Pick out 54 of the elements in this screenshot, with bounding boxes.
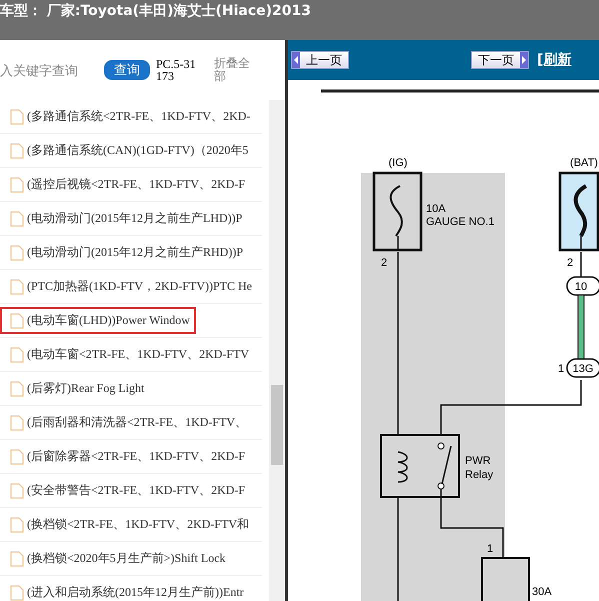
document-icon	[10, 108, 24, 124]
document-icon	[10, 278, 24, 294]
next-page-button[interactable]: 下一页	[471, 51, 529, 69]
tree-item[interactable]: (安全带警告<2TR-FE、1KD-FTV、2KD-F	[0, 477, 252, 504]
pin-number: 1	[558, 363, 564, 375]
document-icon	[10, 414, 24, 430]
pin-number: 1	[487, 543, 494, 555]
tree-item[interactable]: (电动车窗<2TR-FE、1KD-FTV、2KD-FTV	[0, 341, 256, 368]
relay-label: Relay	[465, 469, 494, 481]
tree-item[interactable]: (多路通信系统(CAN)(1GD-FTV)（2020年5	[0, 137, 254, 164]
tree-item[interactable]: (电动滑动门(2015年12月之前生产LHD))P	[0, 205, 248, 232]
code-text: PC.5-31173	[156, 58, 196, 82]
document-icon	[10, 142, 24, 158]
collapse-all-link[interactable]: 折叠全部	[214, 57, 254, 83]
document-icon	[10, 550, 24, 566]
document-icon	[10, 312, 24, 328]
tree-item[interactable]: (电动滑动门(2015年12月之前生产RHD))P	[0, 239, 249, 266]
search-button[interactable]: 查询	[104, 60, 150, 80]
tree-item[interactable]: (后窗除雾器<2TR-FE、1KD-FTV、2KD-F	[0, 443, 252, 470]
document-icon	[10, 380, 24, 396]
fuse-name: GAUGE NO.1	[426, 216, 494, 228]
ig-label: (IG)	[388, 157, 408, 169]
document-icon	[10, 210, 24, 226]
relay-label: PWR	[465, 455, 491, 467]
connector-label: 10	[574, 281, 588, 293]
tree-item[interactable]: (换档锁<2TR-FE、1KD-FTV、2KD-FTV和	[0, 511, 256, 538]
window-title: 车型： 厂家:Toyota(丰田)海艾士(Hiace)2013	[0, 2, 311, 20]
pin-number: 2	[567, 257, 574, 269]
tree-item[interactable]: (换档锁<2020年5月生产前>)Shift Lock	[0, 545, 232, 572]
tree-item[interactable]: (多路通信系统<2TR-FE、1KD-FTV、2KD-	[0, 103, 256, 130]
document-icon	[10, 176, 24, 192]
tree-item[interactable]: (后雾灯)Rear Fog Light	[0, 375, 150, 402]
scrollbar[interactable]	[269, 100, 285, 601]
bat-label: (BAT)	[570, 157, 598, 169]
connector-label: 13G	[572, 363, 594, 375]
wire	[580, 252, 582, 277]
refresh-link[interactable]: [刷新	[537, 51, 572, 69]
tree-item[interactable]: (PTC加热器(1KD-FTV，2KD-FTV))PTC He	[0, 273, 258, 300]
fuse-symbol	[481, 557, 530, 601]
tree-item[interactable]: (进入和启动系统(2015年12月生产前))Entr	[0, 579, 250, 601]
document-icon	[10, 244, 24, 260]
fuse-rating: 10A	[426, 203, 446, 215]
document-icon	[10, 482, 24, 498]
document-icon	[10, 346, 24, 362]
tree-item[interactable]: (遥控后视镜<2TR-FE、1KD-FTV、2KD-F	[0, 171, 252, 198]
pin-number: 2	[381, 257, 388, 269]
fuse-rating: 30A	[532, 586, 552, 598]
previous-page-button[interactable]: 上一页	[291, 51, 349, 69]
tree-item[interactable]: (后雨刮器和清洗器<2TR-FE、1KD-FTV、	[0, 409, 254, 436]
tree-item[interactable]: (电动车窗(LHD))Power Window	[0, 307, 196, 334]
document-icon	[10, 448, 24, 464]
wire	[440, 489, 504, 558]
wire	[578, 294, 584, 360]
document-icon	[10, 516, 24, 532]
